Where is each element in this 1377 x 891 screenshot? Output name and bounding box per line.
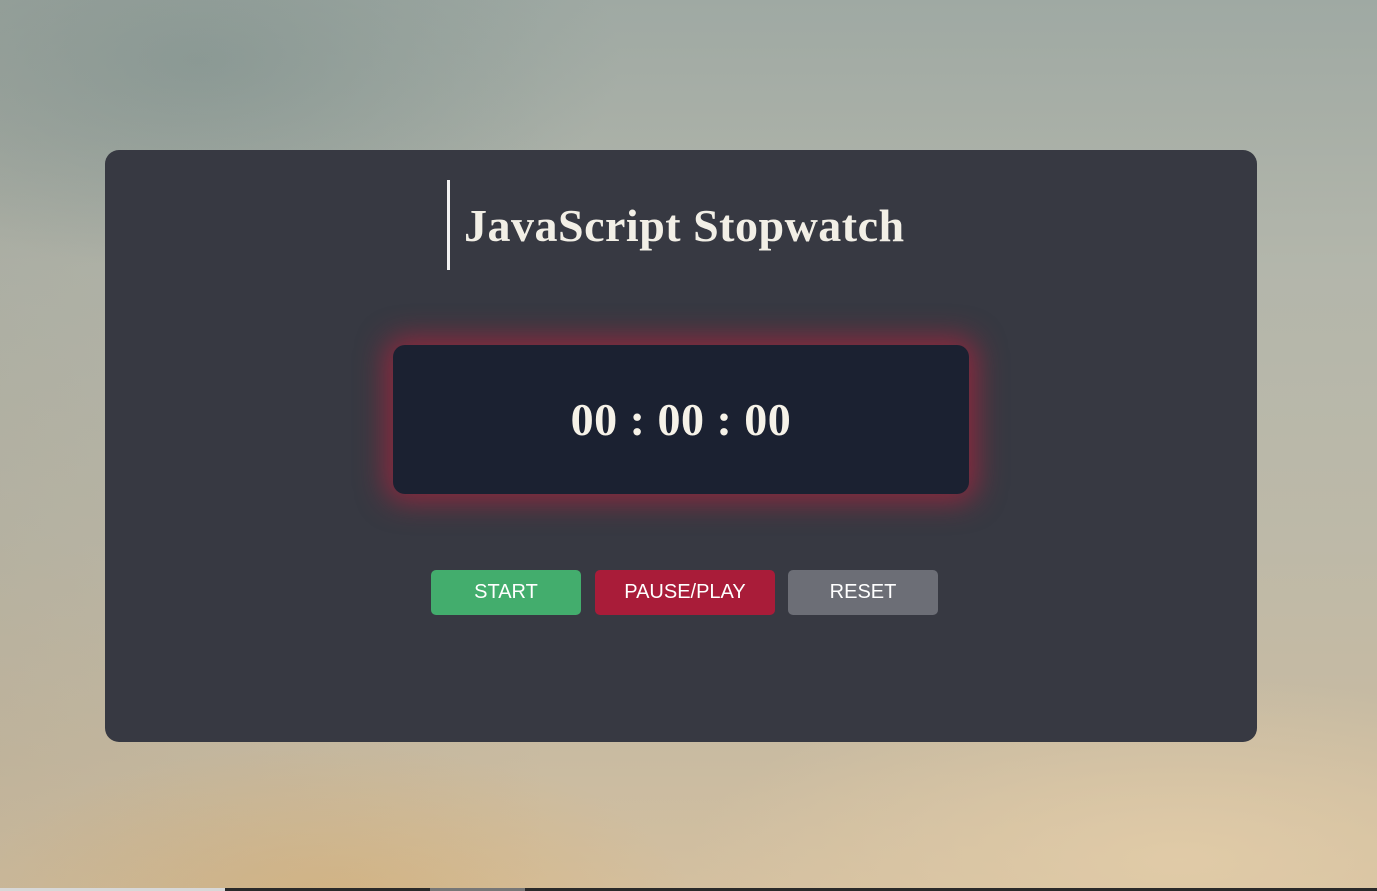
pause-play-button[interactable]: PAUSE/PLAY [595, 570, 775, 615]
reset-button[interactable]: RESET [788, 570, 938, 615]
start-button[interactable]: START [431, 570, 581, 615]
title-block: JavaScript Stopwatch [447, 180, 905, 270]
time-display: 00 : 00 : 00 [393, 345, 969, 494]
time-readout: 00 : 00 : 00 [570, 394, 792, 445]
controls-bar: START PAUSE/PLAY RESET [105, 570, 1257, 615]
page-title: JavaScript Stopwatch [464, 199, 905, 251]
stopwatch-card: JavaScript Stopwatch 00 : 00 : 00 START … [105, 150, 1257, 742]
